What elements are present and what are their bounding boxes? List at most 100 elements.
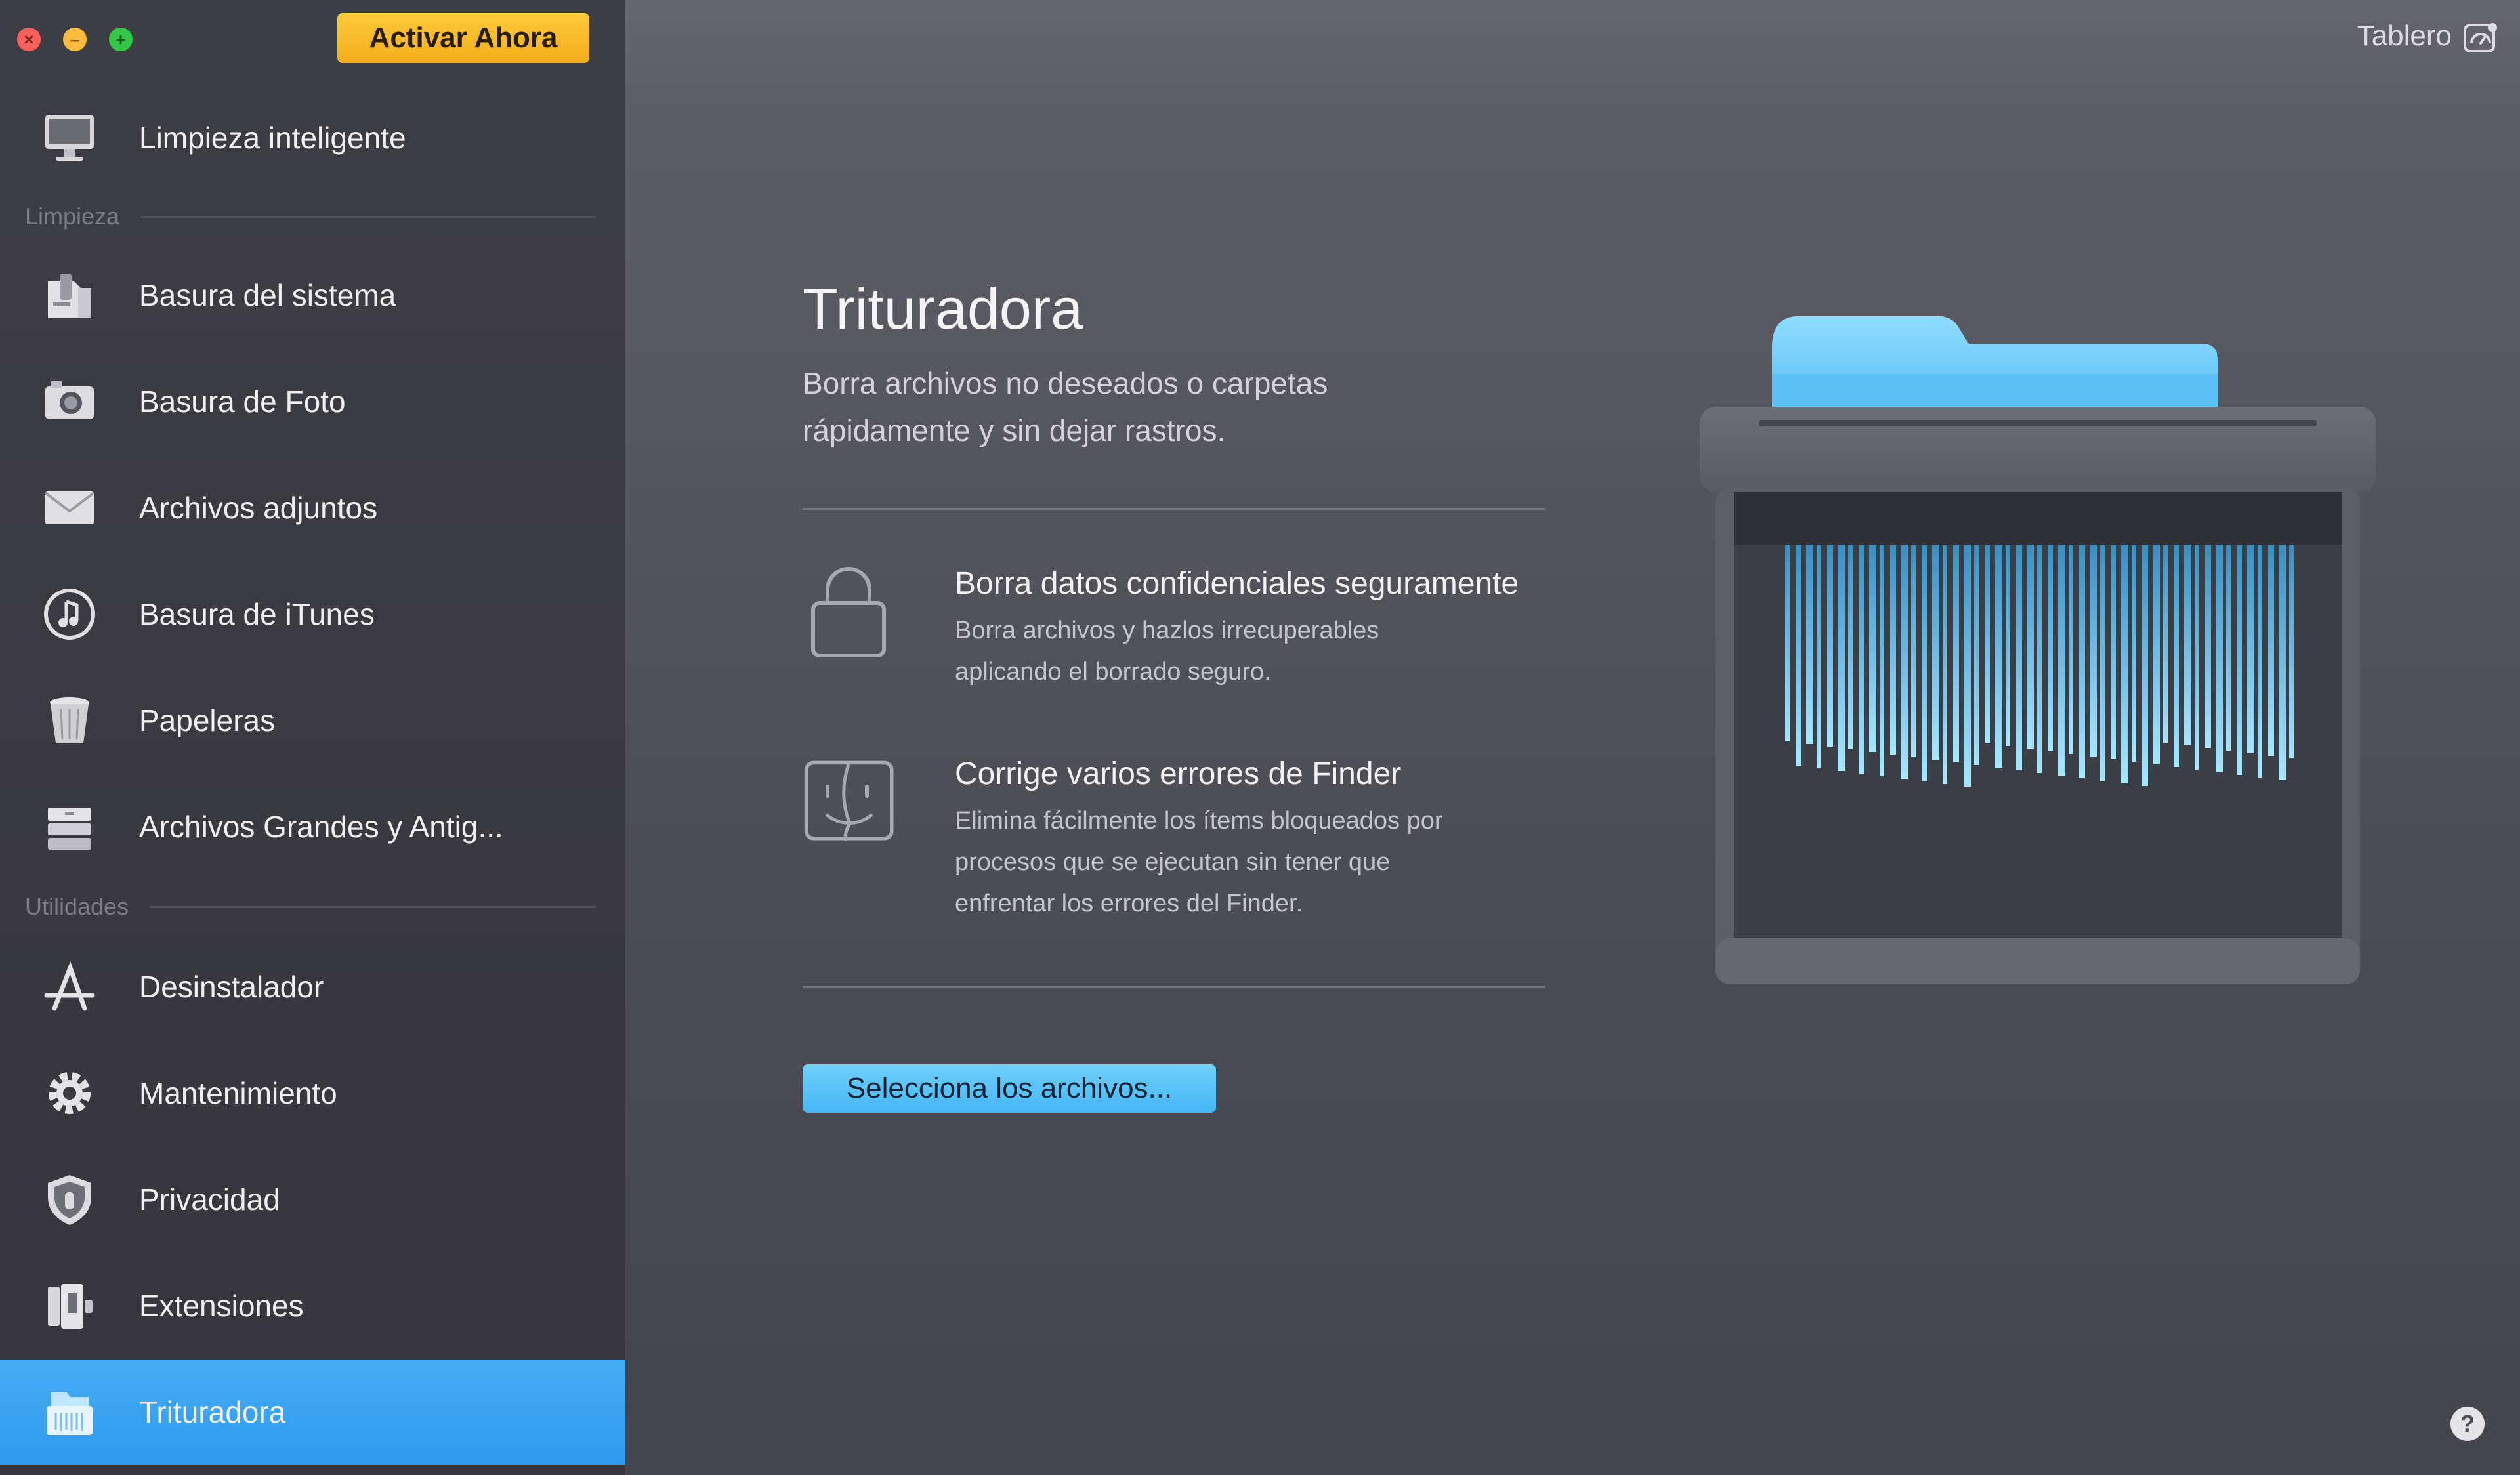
sidebar-item-shredder[interactable]: Trituradora — [0, 1360, 625, 1465]
paper-strip — [1974, 545, 1979, 765]
paper-strip — [2174, 545, 2179, 767]
feature-description-line: Elimina fácilmente los ítems bloqueados … — [955, 807, 1443, 835]
sidebar-item-label: Trituradora — [139, 1395, 286, 1429]
subtitle-line: Borra archivos no deseados o carpetas — [803, 366, 1328, 400]
paper-strip — [2068, 545, 2073, 754]
finder-icon — [804, 760, 894, 841]
page-title: Trituradora — [803, 276, 1083, 341]
paper-strip — [1922, 545, 1927, 781]
sidebar-item-photo-junk[interactable]: Basura de Foto — [0, 357, 625, 446]
paper-strip — [1838, 545, 1845, 771]
dashboard-link[interactable]: Tablero — [2357, 20, 2452, 52]
close-icon: × — [24, 30, 34, 49]
paper-strip — [1995, 545, 2002, 768]
maximize-window-button[interactable]: + — [109, 28, 133, 51]
feature-description-line: Borra archivos y hazlos irrecuperables — [955, 617, 1379, 644]
paper-strip — [2100, 545, 2105, 781]
sidebar-item-uninstaller[interactable]: Desinstalador — [0, 942, 625, 1031]
shield-icon — [38, 1168, 101, 1231]
paper-strip — [2205, 545, 2211, 748]
feature-title: Corrige varios errores de Finder — [955, 757, 1402, 791]
sidebar-item-extensions[interactable]: Extensiones — [0, 1261, 625, 1350]
app-store-icon — [38, 955, 101, 1018]
monitor-icon — [38, 106, 101, 169]
page-subtitle: Borra archivos no deseados o carpetas rá… — [803, 360, 1459, 454]
sidebar-item-label: Desinstalador — [139, 970, 324, 1004]
sidebar-item-label: Extensiones — [139, 1289, 304, 1323]
sidebar-item-large-old-files[interactable]: Archivos Grandes y Antig... — [0, 782, 625, 871]
section-label: Limpieza — [25, 203, 120, 230]
sidebar-item-smart-clean[interactable]: Limpieza inteligente — [0, 93, 625, 182]
paper-strip — [1858, 545, 1864, 774]
sidebar-item-label: Basura de iTunes — [139, 597, 375, 631]
divider — [803, 508, 1545, 510]
divider — [140, 215, 596, 218]
subtitle-line: rápidamente y sin dejar rastros. — [803, 413, 1226, 447]
extensions-icon — [38, 1274, 101, 1337]
paper-strip — [1900, 545, 1908, 779]
paper-strip — [1880, 545, 1884, 776]
sidebar-item-label: Mantenimiento — [139, 1076, 337, 1110]
paper-strip — [2132, 545, 2136, 762]
envelope-icon — [38, 476, 101, 539]
divider — [150, 905, 596, 908]
paper-strip — [1984, 545, 1990, 743]
paper-strip — [1816, 545, 1821, 768]
paper-strip — [2006, 545, 2010, 746]
sidebar-item-system-junk[interactable]: Basura del sistema — [0, 251, 625, 340]
minimize-window-button[interactable]: – — [63, 28, 87, 51]
file-cabinet-icon — [38, 795, 101, 858]
paper-strip — [1953, 545, 1959, 762]
camera-icon — [38, 370, 101, 433]
paper-strip — [2037, 545, 2042, 773]
paper-strip — [1890, 545, 1896, 755]
select-files-button[interactable]: Selecciona los archivos... — [803, 1064, 1216, 1113]
lock-icon — [811, 567, 886, 657]
paper-strip — [2216, 545, 2223, 772]
sidebar-item-itunes-junk[interactable]: Basura de iTunes — [0, 570, 625, 659]
paper-strip — [1796, 545, 1801, 766]
sidebar-item-label: Basura de Foto — [139, 384, 346, 419]
paper-strip — [1785, 545, 1790, 741]
maximize-icon: + — [116, 30, 126, 49]
paper-strip — [2268, 545, 2274, 756]
activate-now-button[interactable]: Activar Ahora — [337, 13, 589, 63]
main-panel: Tablero Trituradora Borra archivos no de… — [625, 0, 2520, 1475]
shredder-icon — [38, 1381, 101, 1444]
feature-description: Borra archivos y hazlos irrecuperables a… — [955, 610, 1545, 693]
section-header-utilities: Utilidades — [25, 887, 596, 926]
sidebar-item-maintenance[interactable]: Mantenimiento — [0, 1049, 625, 1138]
sidebar-item-mail-attachments[interactable]: Archivos adjuntos — [0, 463, 625, 552]
help-icon[interactable]: ? — [2448, 1404, 2487, 1444]
paper-strip — [2152, 545, 2160, 764]
minimize-icon: – — [70, 30, 80, 49]
feature-description-line: aplicando el borrado seguro. — [955, 658, 1271, 686]
paper-strip — [2194, 545, 2199, 770]
close-window-button[interactable]: × — [17, 28, 41, 51]
trash-icon — [38, 689, 101, 752]
gear-icon — [38, 1062, 101, 1125]
feature-description: Elimina fácilmente los ítems bloqueados … — [955, 800, 1545, 924]
paper-strip — [2289, 545, 2294, 758]
paper-strip — [2258, 545, 2262, 778]
paper-strip — [2110, 545, 2116, 759]
sidebar-item-label: Archivos Grandes y Antig... — [139, 810, 503, 844]
dashboard-icon[interactable] — [2462, 20, 2499, 56]
paper-strip — [2016, 545, 2022, 770]
paper-strip — [2236, 545, 2242, 775]
paper-strip — [1942, 545, 1947, 784]
paper-strip — [1932, 545, 1939, 760]
svg-text:?: ? — [2460, 1410, 2475, 1437]
sidebar: × – + Activar Ahora Limpieza inteligente… — [0, 0, 625, 1475]
system-junk-icon — [38, 264, 101, 327]
paper-strip — [2058, 545, 2065, 776]
sidebar-item-label: Privacidad — [139, 1182, 280, 1216]
paper-strip — [2184, 545, 2191, 745]
paper-strip — [2278, 545, 2286, 780]
sidebar-item-privacy[interactable]: Privacidad — [0, 1155, 625, 1244]
sidebar-item-label: Papeleras — [139, 703, 276, 738]
paper-strip — [2247, 545, 2254, 753]
paper-strip — [2090, 545, 2097, 757]
toolbar: Tablero — [625, 0, 2520, 84]
sidebar-item-trash-bins[interactable]: Papeleras — [0, 676, 625, 765]
